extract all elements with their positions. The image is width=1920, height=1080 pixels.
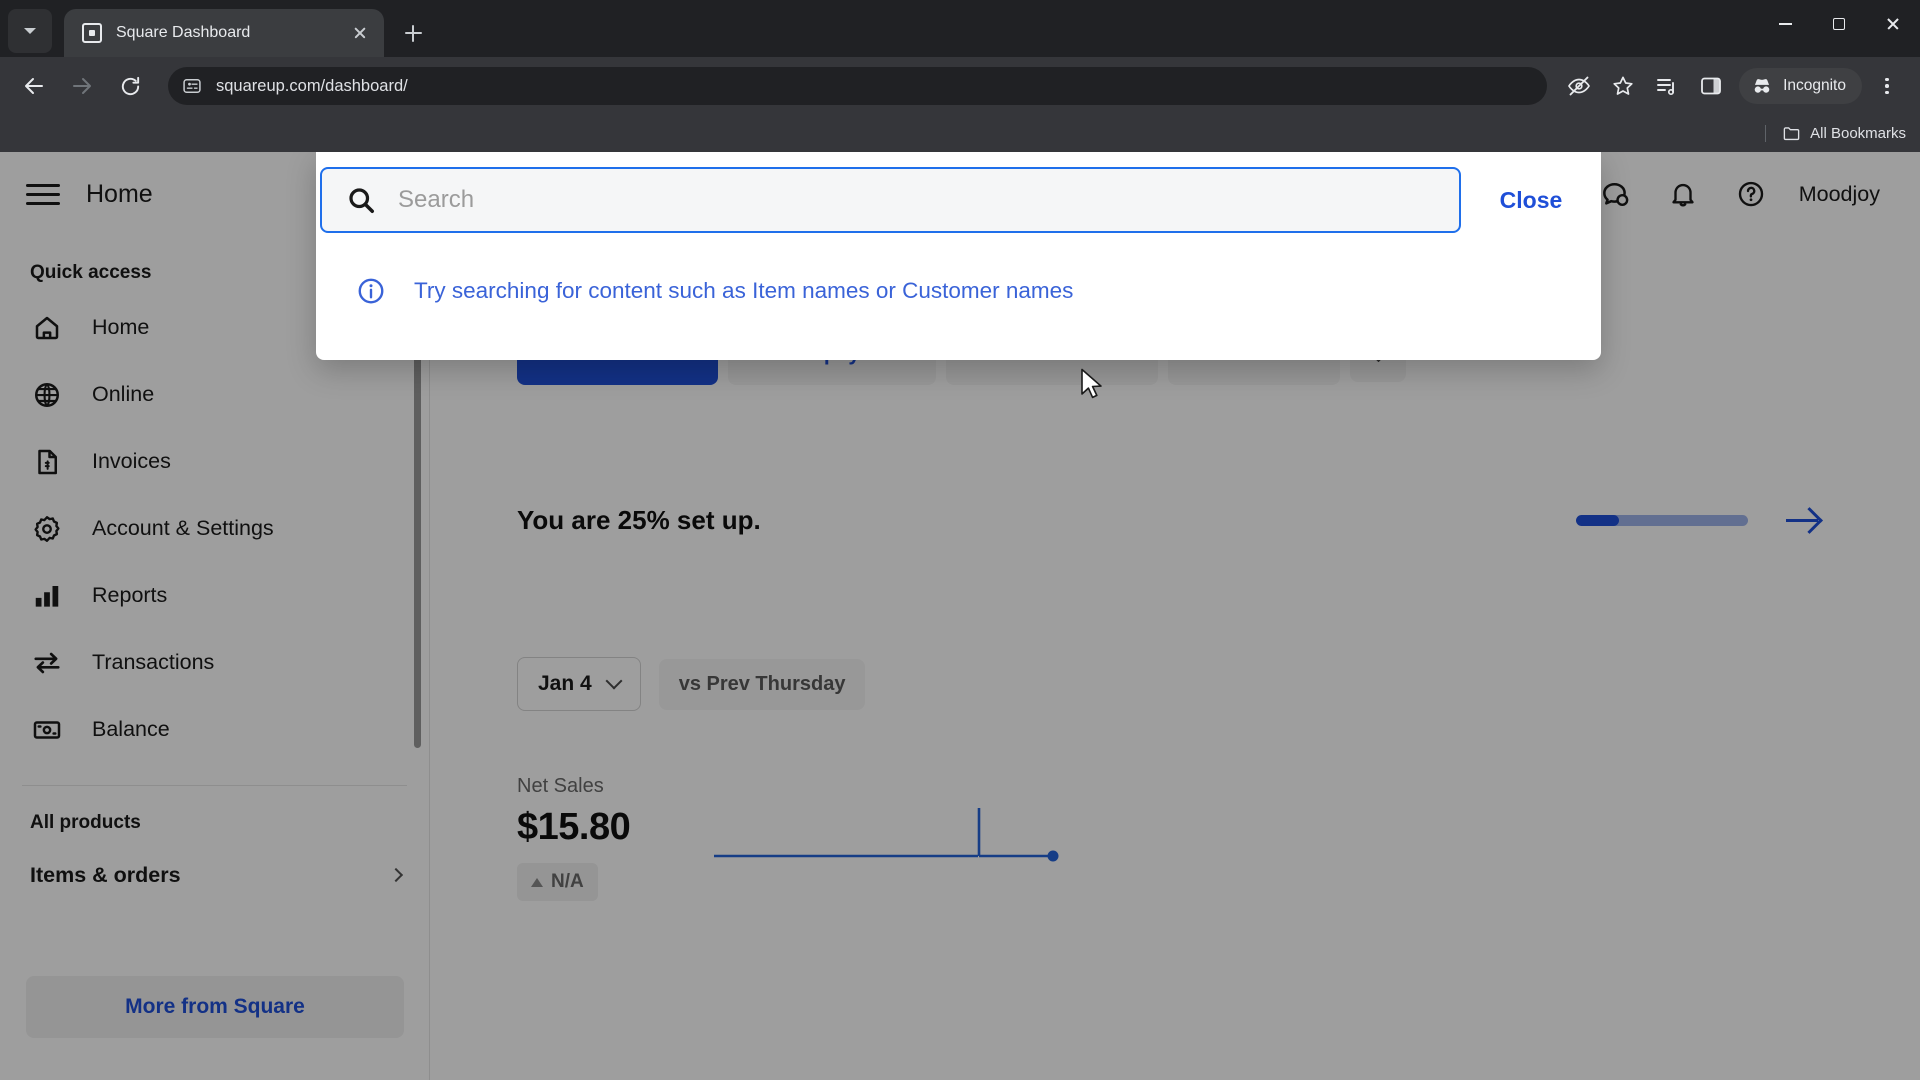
arrow-right-icon: [73, 78, 91, 94]
incognito-indicator[interactable]: Incognito: [1739, 68, 1862, 104]
window-close-button[interactable]: [1866, 0, 1920, 48]
arrow-left-icon: [25, 78, 43, 94]
search-icon: [349, 188, 374, 213]
chrome-menu-button[interactable]: [1868, 67, 1906, 105]
close-search-button[interactable]: Close: [1461, 187, 1601, 214]
site-settings-icon: [183, 79, 201, 93]
info-circle-icon: [358, 278, 384, 304]
browser-window: Square Dashboard squareup.com/dashboard/: [0, 0, 1920, 1080]
url-text: squareup.com/dashboard/: [216, 76, 408, 95]
incognito-icon: [1754, 79, 1770, 93]
bookmarks-bar: All Bookmarks: [0, 115, 1920, 152]
tab-search-button[interactable]: [8, 9, 52, 53]
minimize-button[interactable]: [1758, 0, 1812, 48]
folder-icon: [1783, 127, 1800, 141]
star-icon: [1613, 76, 1633, 95]
search-hint-area: Try searching for content such as Item n…: [316, 248, 1601, 360]
forward-button[interactable]: [62, 66, 102, 106]
tab-title: Square Dashboard: [116, 24, 251, 41]
tracking-protection-button[interactable]: [1560, 67, 1598, 105]
eye-off-icon: [1568, 76, 1591, 96]
search-overlay: Search Close Try searching for content s…: [316, 152, 1601, 360]
chevron-down-icon: [24, 28, 36, 34]
extensions-button[interactable]: [1648, 67, 1686, 105]
square-favicon-icon: [82, 23, 102, 43]
window-controls: [1758, 0, 1920, 48]
reload-icon: [121, 76, 139, 95]
plus-icon: [404, 24, 422, 42]
browser-toolbar: squareup.com/dashboard/ Incognito: [0, 57, 1920, 115]
all-bookmarks-label: All Bookmarks: [1810, 125, 1906, 142]
bookmark-star-button[interactable]: [1604, 67, 1642, 105]
maximize-icon: [1833, 18, 1845, 30]
address-bar[interactable]: squareup.com/dashboard/: [168, 67, 1548, 105]
maximize-button[interactable]: [1812, 0, 1866, 48]
tab-close-button[interactable]: [348, 21, 372, 45]
new-tab-button[interactable]: [396, 16, 430, 50]
sidebar-icon: [1701, 77, 1721, 95]
search-input[interactable]: Search: [320, 167, 1461, 233]
back-button[interactable]: [14, 66, 54, 106]
playlist-icon: [1657, 79, 1675, 96]
all-bookmarks-button[interactable]: All Bookmarks: [1782, 124, 1906, 143]
search-bar-row: Search Close: [316, 152, 1601, 248]
search-hint-text: Try searching for content such as Item n…: [414, 278, 1074, 303]
page-viewport: Home Quick access Home Online Invoices A…: [0, 152, 1920, 1080]
search-hint: Try searching for content such as Item n…: [316, 276, 1601, 306]
browser-tab[interactable]: Square Dashboard: [64, 9, 384, 57]
minimize-icon: [1778, 23, 1792, 25]
side-panel-button[interactable]: [1692, 67, 1730, 105]
close-icon: [1886, 17, 1900, 31]
search-placeholder: Search: [398, 186, 475, 213]
divider: [1765, 125, 1767, 142]
tab-strip: Square Dashboard: [0, 0, 1920, 57]
reload-button[interactable]: [110, 66, 150, 106]
incognito-label: Incognito: [1783, 77, 1846, 94]
